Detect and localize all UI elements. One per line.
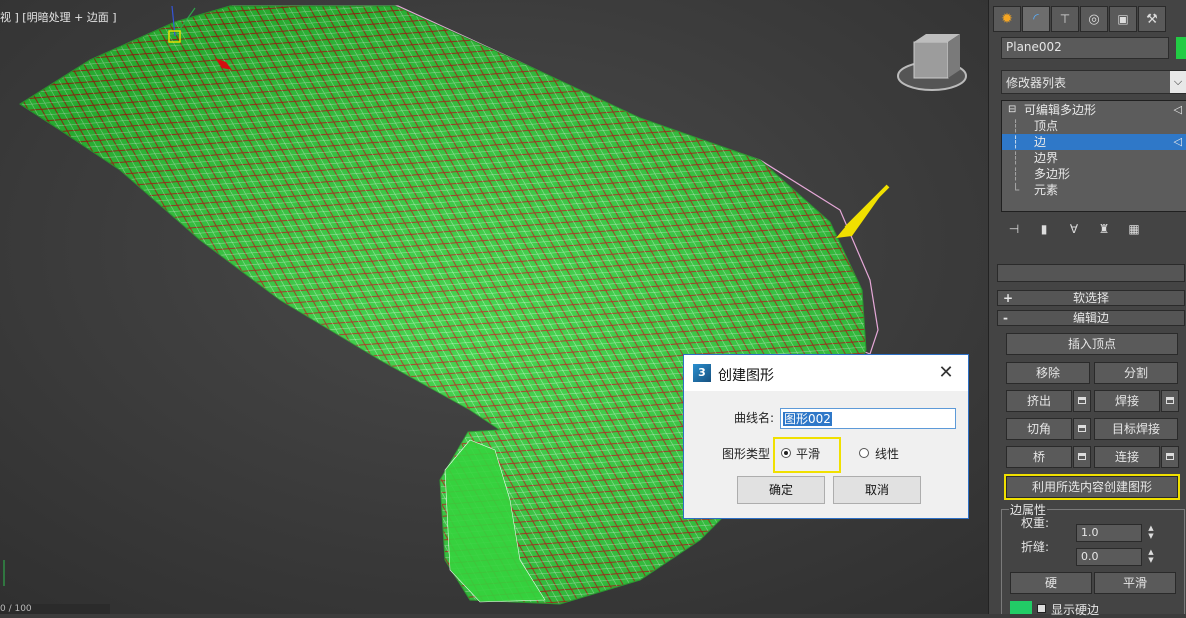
bridge-button[interactable]: 桥	[1006, 446, 1072, 468]
collapse-icon: -	[1003, 311, 1008, 325]
hard-button[interactable]: 硬	[1010, 572, 1092, 594]
crease-field[interactable]: 0.0	[1076, 548, 1142, 566]
show-end-result-icon[interactable]: ▮	[1037, 222, 1051, 236]
crease-label: 折缝:	[1021, 540, 1050, 554]
weight-field[interactable]: 1.0	[1076, 524, 1142, 542]
configure-sets-icon[interactable]: ▦	[1127, 222, 1141, 236]
tab-modify[interactable]: ◜	[1022, 6, 1050, 32]
curve-name-input[interactable]: 图形002	[780, 408, 956, 429]
stack-item-border[interactable]: ┆ 边界	[1002, 150, 1186, 166]
show-hard-edges-label: 显示硬边	[1051, 603, 1100, 617]
extrude-settings-icon[interactable]	[1073, 390, 1091, 412]
object-name-field[interactable]: Plane002	[1001, 37, 1169, 59]
curve-name-label: 曲线名:	[734, 411, 775, 425]
show-hard-edges-checkbox[interactable]	[1037, 604, 1046, 613]
pin-stack-icon[interactable]: ⊣	[1007, 222, 1021, 236]
create-icon: ✹	[1001, 11, 1013, 27]
stack-item-element[interactable]: └ 元素	[1002, 182, 1186, 198]
ok-button[interactable]: 确定	[737, 476, 825, 504]
shape-type-label: 图形类型	[722, 447, 771, 461]
extrude-button[interactable]: 挤出	[1006, 390, 1072, 412]
highlight-box	[773, 437, 841, 473]
object-color-swatch[interactable]	[1176, 37, 1186, 59]
rollout-soft-selection[interactable]: + 软选择	[997, 290, 1185, 306]
radio-linear-label[interactable]: 线性	[875, 445, 899, 462]
connect-button[interactable]: 连接	[1094, 446, 1160, 468]
target-weld-button[interactable]: 目标焊接	[1094, 418, 1178, 440]
modify-icon: ◜	[1033, 11, 1039, 27]
connect-settings-icon[interactable]	[1161, 446, 1179, 468]
chamfer-settings-icon[interactable]	[1073, 418, 1091, 440]
stack-toolbar: ⊣ ▮ ∀ ♜ ▦	[1007, 222, 1141, 236]
utilities-icon: ⚒	[1146, 11, 1158, 27]
command-panel: ✹ ◜ ⊤ ◎ ▣ ⚒ Plane002 修改器列表 ⌵ ⊟ 可编辑多边形 ◁ …	[988, 0, 1186, 617]
cancel-button[interactable]: 取消	[833, 476, 921, 504]
display-icon: ▣	[1117, 12, 1129, 26]
stack-item-polygon[interactable]: ┆ 多边形	[1002, 166, 1186, 182]
bridge-settings-icon[interactable]	[1073, 446, 1091, 468]
split-button[interactable]: 分割	[1094, 362, 1178, 384]
insert-vertex-button[interactable]: 插入顶点	[1006, 333, 1178, 355]
tab-hierarchy[interactable]: ⊤	[1051, 6, 1079, 32]
hierarchy-icon: ⊤	[1059, 12, 1071, 26]
mesh-render	[0, 0, 988, 614]
chamfer-button[interactable]: 切角	[1006, 418, 1072, 440]
make-unique-icon[interactable]: ∀	[1067, 222, 1081, 236]
expand-icon: +	[1003, 291, 1014, 305]
tab-motion[interactable]: ◎	[1080, 6, 1108, 32]
modifier-stack: ⊟ 可编辑多边形 ◁ ┆ 顶点 ┆ 边 ◁ ┆ 边界 ┆ 多边形 └ 元素	[1001, 100, 1186, 212]
weld-settings-icon[interactable]	[1161, 390, 1179, 412]
smooth-button[interactable]: 平滑	[1094, 572, 1176, 594]
create-shape-from-selection-button[interactable]: 利用所选内容创建图形	[1004, 474, 1180, 500]
modifier-list-dropdown[interactable]: 修改器列表 ⌵	[1001, 70, 1186, 94]
panel-tabs: ✹ ◜ ⊤ ◎ ▣ ⚒	[993, 6, 1186, 32]
create-shape-dialog: 3 创建图形 ✕ 曲线名: 图形002 图形类型 平滑 线性 确定 取消	[683, 354, 969, 519]
chevron-down-icon: ⌵	[1170, 71, 1186, 93]
collapse-icon[interactable]: ⊟	[1008, 102, 1016, 118]
remove-button[interactable]: 移除	[1006, 362, 1090, 384]
rollout-edit-edges[interactable]: - 编辑边	[997, 310, 1185, 326]
stack-item-edge[interactable]: ┆ 边 ◁	[1002, 134, 1186, 150]
weld-button[interactable]: 焊接	[1094, 390, 1160, 412]
separator-bar	[997, 264, 1185, 282]
dialog-titlebar[interactable]: 3 创建图形 ✕	[684, 355, 968, 391]
active-triangle-icon: ◁	[1173, 135, 1182, 148]
weight-label: 权重:	[1021, 516, 1050, 530]
pin-triangle-icon: ◁	[1173, 103, 1182, 116]
viewport-label[interactable]: 视 ] [明暗处理 + 边面 ]	[0, 9, 117, 25]
stack-root[interactable]: ⊟ 可编辑多边形 ◁	[1002, 102, 1186, 118]
stack-root-label: 可编辑多边形	[1024, 103, 1097, 117]
weight-spinner-icon[interactable]: ▲ ▼	[1146, 524, 1156, 542]
perspective-viewport[interactable]: 视 ] [明暗处理 + 边面 ] 0 / 100 3 创建图形 ✕ 曲线名: 图…	[0, 0, 988, 614]
crease-spinner-icon[interactable]: ▲ ▼	[1146, 548, 1156, 566]
curve-name-value: 图形002	[783, 412, 832, 426]
modifier-list-label: 修改器列表	[1006, 76, 1067, 90]
remove-modifier-icon[interactable]: ♜	[1097, 222, 1111, 236]
dialog-title: 创建图形	[718, 368, 774, 384]
tab-display[interactable]: ▣	[1109, 6, 1137, 32]
tab-create[interactable]: ✹	[993, 6, 1021, 32]
tab-utilities[interactable]: ⚒	[1138, 6, 1166, 32]
close-icon[interactable]: ✕	[934, 361, 958, 385]
hard-edge-color-swatch[interactable]	[1010, 601, 1032, 614]
stack-item-vertex[interactable]: ┆ 顶点	[1002, 118, 1186, 134]
motion-icon: ◎	[1088, 11, 1100, 27]
app-logo-icon: 3	[693, 364, 711, 382]
timeline-counter: 0 / 100	[0, 604, 110, 614]
radio-linear[interactable]	[859, 448, 869, 458]
